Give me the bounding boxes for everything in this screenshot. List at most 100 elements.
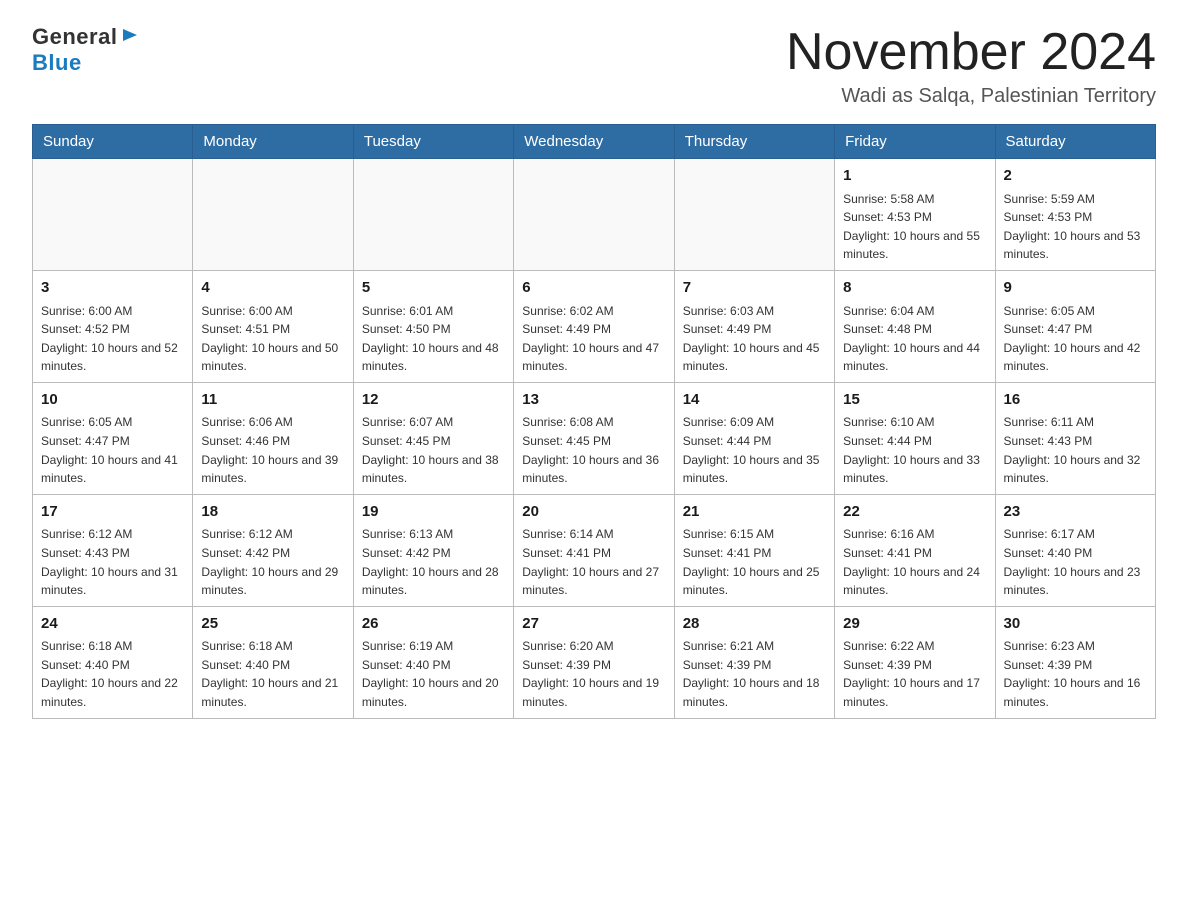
day-info: Sunrise: 5:58 AM Sunset: 4:53 PM Dayligh…	[843, 190, 986, 264]
day-info: Sunrise: 6:10 AM Sunset: 4:44 PM Dayligh…	[843, 413, 986, 487]
logo: General Blue	[32, 24, 139, 76]
day-info: Sunrise: 6:12 AM Sunset: 4:43 PM Dayligh…	[41, 525, 184, 599]
calendar-week-row: 17Sunrise: 6:12 AM Sunset: 4:43 PM Dayli…	[33, 494, 1156, 606]
calendar-header-saturday: Saturday	[995, 125, 1155, 159]
calendar-header-wednesday: Wednesday	[514, 125, 674, 159]
calendar-cell	[674, 159, 834, 271]
day-info: Sunrise: 6:06 AM Sunset: 4:46 PM Dayligh…	[201, 413, 344, 487]
calendar-cell: 25Sunrise: 6:18 AM Sunset: 4:40 PM Dayli…	[193, 606, 353, 718]
calendar-cell: 10Sunrise: 6:05 AM Sunset: 4:47 PM Dayli…	[33, 382, 193, 494]
day-number: 8	[843, 277, 986, 300]
day-info: Sunrise: 6:07 AM Sunset: 4:45 PM Dayligh…	[362, 413, 505, 487]
day-info: Sunrise: 6:13 AM Sunset: 4:42 PM Dayligh…	[362, 525, 505, 599]
calendar-cell: 23Sunrise: 6:17 AM Sunset: 4:40 PM Dayli…	[995, 494, 1155, 606]
day-number: 22	[843, 501, 986, 524]
day-number: 5	[362, 277, 505, 300]
day-number: 7	[683, 277, 826, 300]
calendar-header-tuesday: Tuesday	[353, 125, 513, 159]
calendar-cell: 2Sunrise: 5:59 AM Sunset: 4:53 PM Daylig…	[995, 159, 1155, 271]
day-number: 13	[522, 389, 665, 412]
calendar-header-sunday: Sunday	[33, 125, 193, 159]
day-number: 23	[1004, 501, 1147, 524]
day-number: 2	[1004, 165, 1147, 188]
day-number: 15	[843, 389, 986, 412]
calendar-cell: 13Sunrise: 6:08 AM Sunset: 4:45 PM Dayli…	[514, 382, 674, 494]
calendar-cell: 6Sunrise: 6:02 AM Sunset: 4:49 PM Daylig…	[514, 271, 674, 383]
calendar-cell: 27Sunrise: 6:20 AM Sunset: 4:39 PM Dayli…	[514, 606, 674, 718]
day-number: 10	[41, 389, 184, 412]
calendar-cell: 4Sunrise: 6:00 AM Sunset: 4:51 PM Daylig…	[193, 271, 353, 383]
calendar-cell: 21Sunrise: 6:15 AM Sunset: 4:41 PM Dayli…	[674, 494, 834, 606]
day-number: 17	[41, 501, 184, 524]
calendar-cell: 24Sunrise: 6:18 AM Sunset: 4:40 PM Dayli…	[33, 606, 193, 718]
calendar-cell	[33, 159, 193, 271]
day-info: Sunrise: 6:05 AM Sunset: 4:47 PM Dayligh…	[41, 413, 184, 487]
day-info: Sunrise: 6:20 AM Sunset: 4:39 PM Dayligh…	[522, 637, 665, 711]
calendar-header-thursday: Thursday	[674, 125, 834, 159]
calendar-cell: 3Sunrise: 6:00 AM Sunset: 4:52 PM Daylig…	[33, 271, 193, 383]
day-info: Sunrise: 6:05 AM Sunset: 4:47 PM Dayligh…	[1004, 302, 1147, 376]
day-info: Sunrise: 6:15 AM Sunset: 4:41 PM Dayligh…	[683, 525, 826, 599]
day-info: Sunrise: 6:00 AM Sunset: 4:52 PM Dayligh…	[41, 302, 184, 376]
calendar-week-row: 10Sunrise: 6:05 AM Sunset: 4:47 PM Dayli…	[33, 382, 1156, 494]
day-number: 30	[1004, 613, 1147, 636]
day-info: Sunrise: 5:59 AM Sunset: 4:53 PM Dayligh…	[1004, 190, 1147, 264]
day-number: 26	[362, 613, 505, 636]
title-area: November 2024 Wadi as Salqa, Palestinian…	[786, 24, 1156, 108]
day-number: 11	[201, 389, 344, 412]
calendar-cell: 5Sunrise: 6:01 AM Sunset: 4:50 PM Daylig…	[353, 271, 513, 383]
calendar-header-monday: Monday	[193, 125, 353, 159]
calendar-cell: 15Sunrise: 6:10 AM Sunset: 4:44 PM Dayli…	[835, 382, 995, 494]
calendar-cell: 29Sunrise: 6:22 AM Sunset: 4:39 PM Dayli…	[835, 606, 995, 718]
day-info: Sunrise: 6:02 AM Sunset: 4:49 PM Dayligh…	[522, 302, 665, 376]
day-info: Sunrise: 6:21 AM Sunset: 4:39 PM Dayligh…	[683, 637, 826, 711]
day-info: Sunrise: 6:18 AM Sunset: 4:40 PM Dayligh…	[201, 637, 344, 711]
logo-general-text: General	[32, 24, 117, 50]
day-info: Sunrise: 6:23 AM Sunset: 4:39 PM Dayligh…	[1004, 637, 1147, 711]
day-info: Sunrise: 6:01 AM Sunset: 4:50 PM Dayligh…	[362, 302, 505, 376]
day-number: 4	[201, 277, 344, 300]
calendar-cell: 30Sunrise: 6:23 AM Sunset: 4:39 PM Dayli…	[995, 606, 1155, 718]
calendar-cell: 19Sunrise: 6:13 AM Sunset: 4:42 PM Dayli…	[353, 494, 513, 606]
calendar-cell: 17Sunrise: 6:12 AM Sunset: 4:43 PM Dayli…	[33, 494, 193, 606]
day-number: 9	[1004, 277, 1147, 300]
calendar-header-friday: Friday	[835, 125, 995, 159]
day-info: Sunrise: 6:12 AM Sunset: 4:42 PM Dayligh…	[201, 525, 344, 599]
day-number: 27	[522, 613, 665, 636]
day-info: Sunrise: 6:09 AM Sunset: 4:44 PM Dayligh…	[683, 413, 826, 487]
day-number: 6	[522, 277, 665, 300]
day-info: Sunrise: 6:04 AM Sunset: 4:48 PM Dayligh…	[843, 302, 986, 376]
day-info: Sunrise: 6:08 AM Sunset: 4:45 PM Dayligh…	[522, 413, 665, 487]
day-info: Sunrise: 6:11 AM Sunset: 4:43 PM Dayligh…	[1004, 413, 1147, 487]
day-number: 24	[41, 613, 184, 636]
calendar-cell: 14Sunrise: 6:09 AM Sunset: 4:44 PM Dayli…	[674, 382, 834, 494]
calendar-week-row: 24Sunrise: 6:18 AM Sunset: 4:40 PM Dayli…	[33, 606, 1156, 718]
day-number: 18	[201, 501, 344, 524]
calendar-cell: 16Sunrise: 6:11 AM Sunset: 4:43 PM Dayli…	[995, 382, 1155, 494]
calendar-cell: 20Sunrise: 6:14 AM Sunset: 4:41 PM Dayli…	[514, 494, 674, 606]
day-info: Sunrise: 6:18 AM Sunset: 4:40 PM Dayligh…	[41, 637, 184, 711]
calendar-cell: 22Sunrise: 6:16 AM Sunset: 4:41 PM Dayli…	[835, 494, 995, 606]
day-number: 25	[201, 613, 344, 636]
day-number: 21	[683, 501, 826, 524]
calendar-cell: 9Sunrise: 6:05 AM Sunset: 4:47 PM Daylig…	[995, 271, 1155, 383]
logo-blue-text: Blue	[32, 50, 82, 76]
calendar-week-row: 3Sunrise: 6:00 AM Sunset: 4:52 PM Daylig…	[33, 271, 1156, 383]
calendar-cell	[514, 159, 674, 271]
day-number: 14	[683, 389, 826, 412]
day-number: 3	[41, 277, 184, 300]
day-number: 29	[843, 613, 986, 636]
day-number: 28	[683, 613, 826, 636]
day-number: 16	[1004, 389, 1147, 412]
location-subtitle: Wadi as Salqa, Palestinian Territory	[786, 85, 1156, 108]
calendar-cell	[193, 159, 353, 271]
day-number: 19	[362, 501, 505, 524]
calendar-table: SundayMondayTuesdayWednesdayThursdayFrid…	[32, 124, 1156, 718]
day-info: Sunrise: 6:17 AM Sunset: 4:40 PM Dayligh…	[1004, 525, 1147, 599]
day-info: Sunrise: 6:03 AM Sunset: 4:49 PM Dayligh…	[683, 302, 826, 376]
month-title: November 2024	[786, 24, 1156, 81]
day-info: Sunrise: 6:00 AM Sunset: 4:51 PM Dayligh…	[201, 302, 344, 376]
calendar-cell: 18Sunrise: 6:12 AM Sunset: 4:42 PM Dayli…	[193, 494, 353, 606]
calendar-cell: 26Sunrise: 6:19 AM Sunset: 4:40 PM Dayli…	[353, 606, 513, 718]
calendar-cell: 8Sunrise: 6:04 AM Sunset: 4:48 PM Daylig…	[835, 271, 995, 383]
